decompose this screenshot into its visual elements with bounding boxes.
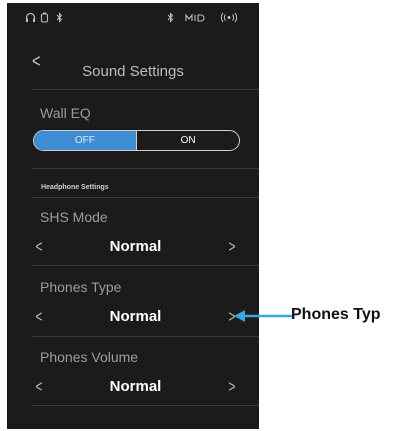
shs-mode-selector: < Normal > (32, 236, 239, 258)
wall-eq-off-option[interactable]: OFF (34, 131, 136, 150)
shs-mode-next-button[interactable]: > (229, 237, 236, 257)
callout-label: Phones Typ (291, 306, 381, 323)
usb-icon (40, 12, 49, 27)
page-header: < Sound Settings (7, 43, 259, 83)
phones-volume-next-button[interactable]: > (229, 377, 236, 397)
wireless-icon (220, 12, 238, 27)
headphones-icon (25, 12, 36, 27)
phones-type-value: Normal (109, 308, 162, 325)
shs-mode-value: Normal (109, 238, 162, 255)
wall-eq-toggle: OFF ON (33, 130, 240, 151)
divider (32, 197, 259, 198)
phones-volume-value: Normal (109, 378, 162, 395)
wall-eq-label: Wall EQ (40, 105, 91, 121)
bluetooth-icon (56, 12, 63, 27)
app-screen: < Sound Settings Wall EQ OFF ON Headphon… (7, 3, 259, 429)
divider (32, 168, 259, 169)
phones-type-selector: < Normal > (32, 306, 239, 328)
midi-icon (185, 12, 205, 27)
phones-type-label: Phones Type (40, 279, 122, 295)
bluetooth-audio-icon (167, 12, 174, 27)
phones-volume-label: Phones Volume (40, 349, 139, 365)
divider (32, 89, 259, 90)
divider (32, 336, 259, 337)
phones-volume-selector: < Normal > (32, 376, 239, 398)
headphone-settings-heading: Headphone Settings (41, 184, 109, 191)
title-indicator (131, 73, 134, 74)
shs-mode-label: SHS Mode (40, 209, 108, 225)
status-bar (7, 3, 259, 31)
wall-eq-on-option[interactable]: ON (137, 131, 239, 150)
divider (32, 265, 259, 266)
divider (32, 405, 259, 406)
